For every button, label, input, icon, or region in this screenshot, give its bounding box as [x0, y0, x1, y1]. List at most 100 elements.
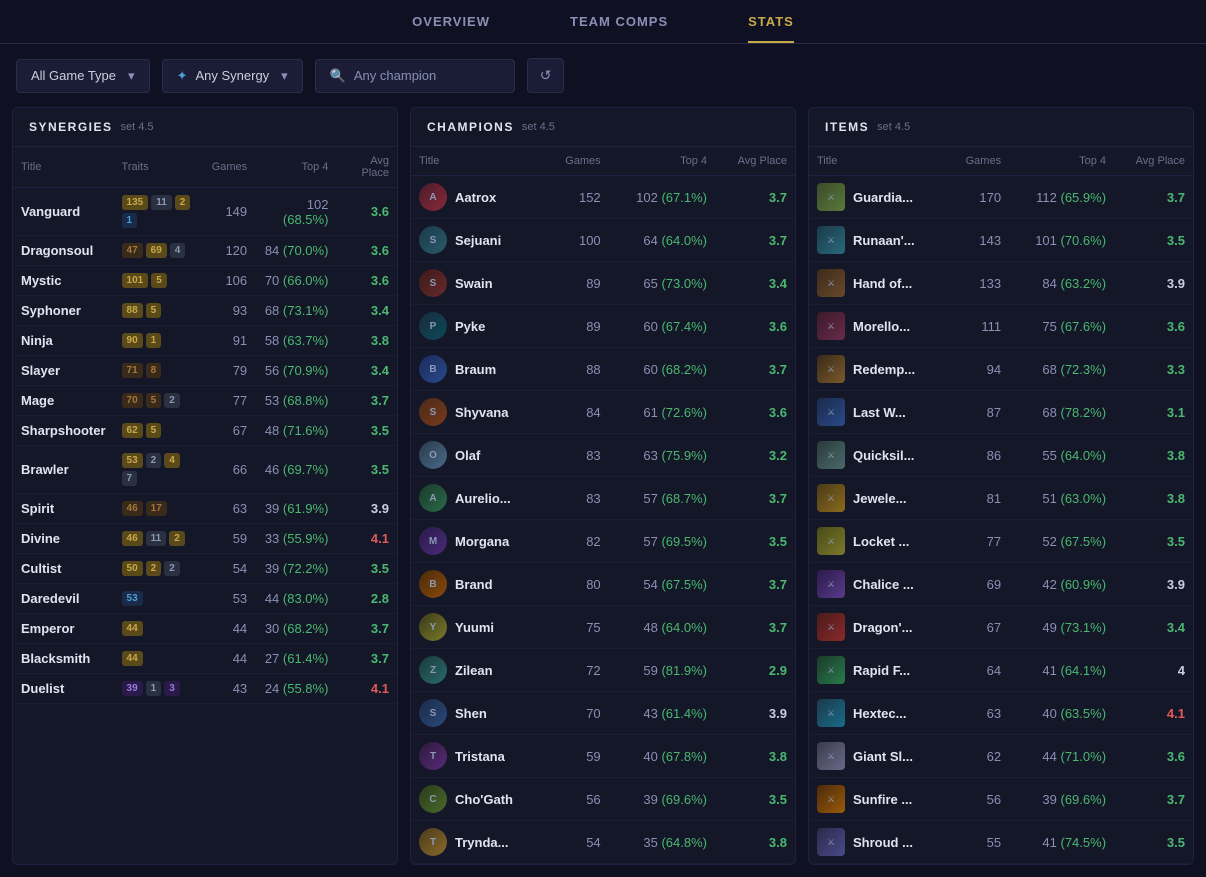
champion-name: Tristana	[455, 749, 505, 764]
table-row[interactable]: BBrand8054 (67.5%)3.7	[411, 563, 795, 606]
table-row[interactable]: Emperor444430 (68.2%)3.7	[13, 614, 397, 644]
items-table: Title Games Top 4 Avg Place ⚔Guardia...1…	[809, 147, 1193, 864]
table-row[interactable]: ⚔Morello...11175 (67.6%)3.6	[809, 305, 1193, 348]
tab-team-comps[interactable]: TEAM COMPS	[570, 14, 668, 43]
table-row[interactable]: SSejuani10064 (64.0%)3.7	[411, 219, 795, 262]
tab-overview[interactable]: OVERVIEW	[412, 14, 490, 43]
trait-badge: 4	[170, 243, 186, 258]
trait-badge: 4	[164, 453, 180, 468]
table-row[interactable]: ⚔Hextec...6340 (63.5%)4.1	[809, 692, 1193, 735]
trait-badge: 1	[146, 681, 162, 696]
table-row[interactable]: Divine461125933 (55.9%)4.1	[13, 524, 397, 554]
synergy-dropdown[interactable]: ✦ Any Synergy ▾	[162, 59, 303, 93]
table-row[interactable]: Vanguard1351121149102 (68.5%)3.6	[13, 188, 397, 236]
table-row[interactable]: Syphoner8859368 (73.1%)3.4	[13, 296, 397, 326]
avg-place: 3.4	[715, 262, 795, 305]
trait-badge: 39	[122, 681, 143, 696]
refresh-button[interactable]: ↺	[527, 58, 565, 93]
table-row[interactable]: ⚔Giant Sl...6244 (71.0%)3.6	[809, 735, 1193, 778]
table-row[interactable]: AAurelio...8357 (68.7%)3.7	[411, 477, 795, 520]
table-row[interactable]: TTristana5940 (67.8%)3.8	[411, 735, 795, 778]
table-row[interactable]: Slayer7187956 (70.9%)3.4	[13, 356, 397, 386]
table-row[interactable]: ⚔Chalice ...6942 (60.9%)3.9	[809, 563, 1193, 606]
traits-cell: 46112	[122, 531, 196, 546]
table-row[interactable]: Ninja9019158 (63.7%)3.8	[13, 326, 397, 356]
top4-count: 43 (61.4%)	[609, 692, 715, 735]
games-count: 56	[546, 778, 609, 821]
trait-badge: 44	[122, 651, 143, 666]
table-row[interactable]: Cultist50225439 (72.2%)3.5	[13, 554, 397, 584]
champion-name: Sejuani	[455, 233, 501, 248]
table-row[interactable]: YYuumi7548 (64.0%)3.7	[411, 606, 795, 649]
table-row[interactable]: SSwain8965 (73.0%)3.4	[411, 262, 795, 305]
champion-name: Aatrox	[455, 190, 496, 205]
item-name: Redemp...	[853, 362, 915, 377]
table-row[interactable]: Daredevil535344 (83.0%)2.8	[13, 584, 397, 614]
table-row[interactable]: PPyke8960 (67.4%)3.6	[411, 305, 795, 348]
table-row[interactable]: Blacksmith444427 (61.4%)3.7	[13, 644, 397, 674]
table-row[interactable]: ZZilean7259 (81.9%)2.9	[411, 649, 795, 692]
game-type-dropdown[interactable]: All Game Type ▾	[16, 59, 150, 93]
champions-set: set 4.5	[522, 121, 555, 133]
table-row[interactable]: ⚔Last W...8768 (78.2%)3.1	[809, 391, 1193, 434]
games-count: 43	[204, 674, 255, 704]
table-row[interactable]: ⚔Hand of...13384 (63.2%)3.9	[809, 262, 1193, 305]
trait-badge: 5	[146, 303, 162, 318]
table-row[interactable]: AAatrox152102 (67.1%)3.7	[411, 176, 795, 219]
top4-count: 53 (68.8%)	[255, 386, 336, 416]
traits-cell: 885	[122, 303, 196, 318]
avg-place: 3.8	[1114, 434, 1193, 477]
table-row[interactable]: OOlaf8363 (75.9%)3.2	[411, 434, 795, 477]
table-row[interactable]: ⚔Jewele...8151 (63.0%)3.8	[809, 477, 1193, 520]
table-row[interactable]: ⚔Redemp...9468 (72.3%)3.3	[809, 348, 1193, 391]
table-row[interactable]: SShyvana8461 (72.6%)3.6	[411, 391, 795, 434]
trait-badge: 47	[122, 243, 143, 258]
item-icon: ⚔	[817, 570, 845, 598]
synergy-name: Dragonsoul	[13, 236, 114, 266]
trait-badge: 11	[146, 531, 167, 546]
trait-badge: 8	[146, 363, 162, 378]
trait-badge: 101	[122, 273, 149, 288]
trait-badge: 2	[175, 195, 191, 210]
table-row[interactable]: ⚔Rapid F...6441 (64.1%)4	[809, 649, 1193, 692]
champion-search[interactable]: 🔍 Any champion	[315, 59, 515, 93]
table-row[interactable]: CCho'Gath5639 (69.6%)3.5	[411, 778, 795, 821]
table-row[interactable]: ⚔Guardia...170112 (65.9%)3.7	[809, 176, 1193, 219]
table-row[interactable]: ⚔Dragon'...6749 (73.1%)3.4	[809, 606, 1193, 649]
traits-cell: 5022	[122, 561, 196, 576]
table-row[interactable]: TTrynda...5435 (64.8%)3.8	[411, 821, 795, 864]
table-row[interactable]: ⚔Sunfire ...5639 (69.6%)3.7	[809, 778, 1193, 821]
games-count: 89	[546, 262, 609, 305]
table-row[interactable]: BBraum8860 (68.2%)3.7	[411, 348, 795, 391]
table-row[interactable]: SShen7043 (61.4%)3.9	[411, 692, 795, 735]
games-count: 44	[204, 644, 255, 674]
games-count: 77	[947, 520, 1009, 563]
table-row[interactable]: Mystic101510670 (66.0%)3.6	[13, 266, 397, 296]
trait-badge: 71	[122, 363, 143, 378]
table-row[interactable]: Spirit46176339 (61.9%)3.9	[13, 494, 397, 524]
item-icon: ⚔	[817, 355, 845, 383]
tab-stats[interactable]: STATS	[748, 14, 794, 43]
table-row[interactable]: MMorgana8257 (69.5%)3.5	[411, 520, 795, 563]
top4-count: 68 (78.2%)	[1009, 391, 1114, 434]
item-name: Runaan'...	[853, 233, 915, 248]
col-games-item: Games	[947, 147, 1009, 176]
item-name: Rapid F...	[853, 663, 910, 678]
table-row[interactable]: Dragonsoul4769412084 (70.0%)3.6	[13, 236, 397, 266]
table-row[interactable]: ⚔Shroud ...5541 (74.5%)3.5	[809, 821, 1193, 864]
games-count: 66	[204, 446, 255, 494]
champion-cell: MMorgana	[419, 527, 538, 555]
synergy-name: Daredevil	[13, 584, 114, 614]
top4-count: 27 (61.4%)	[255, 644, 336, 674]
table-row[interactable]: ⚔Locket ...7752 (67.5%)3.5	[809, 520, 1193, 563]
table-row[interactable]: ⚔Quicksil...8655 (64.0%)3.8	[809, 434, 1193, 477]
chevron-down-icon: ▾	[128, 68, 135, 84]
table-row[interactable]: Brawler532476646 (69.7%)3.5	[13, 446, 397, 494]
trait-badge: 2	[169, 531, 185, 546]
avg-place: 3.5	[1114, 520, 1193, 563]
table-row[interactable]: ⚔Runaan'...143101 (70.6%)3.5	[809, 219, 1193, 262]
table-row[interactable]: Sharpshooter6256748 (71.6%)3.5	[13, 416, 397, 446]
table-row[interactable]: Mage70527753 (68.8%)3.7	[13, 386, 397, 416]
table-row[interactable]: Duelist39134324 (55.8%)4.1	[13, 674, 397, 704]
games-count: 59	[546, 735, 609, 778]
